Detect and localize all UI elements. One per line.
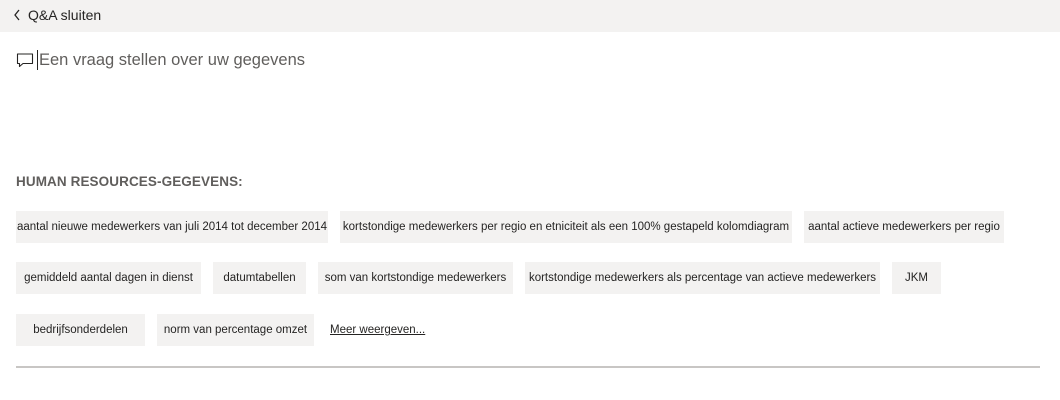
suggestion-chip[interactable]: gemiddeld aantal dagen in dienst xyxy=(16,262,201,294)
chevron-left-icon xyxy=(14,9,20,21)
close-qa-label: Q&A sluiten xyxy=(28,7,102,23)
suggestion-chip[interactable]: datumtabellen xyxy=(213,262,306,294)
suggestion-chip[interactable]: aantal nieuwe medewerkers van juli 2014 … xyxy=(16,211,328,243)
show-more-link[interactable]: Meer weergeven... xyxy=(330,324,425,336)
top-bar: Q&A sluiten xyxy=(0,0,1060,32)
section-heading: HUMAN RESOURCES-GEGEVENS: xyxy=(16,174,243,189)
suggestion-row-2: gemiddeld aantal dagen in dienst datumta… xyxy=(16,262,953,294)
suggestion-chip[interactable]: bedrijfsonderdelen xyxy=(16,314,145,346)
question-input[interactable] xyxy=(39,50,939,70)
suggestion-row-3: bedrijfsonderdelen norm van percentage o… xyxy=(16,314,425,346)
suggestion-chip[interactable]: aantal actieve medewerkers per regio xyxy=(804,211,1004,243)
question-bar[interactable] xyxy=(16,47,1036,73)
suggestion-row-1: aantal nieuwe medewerkers van juli 2014 … xyxy=(16,211,1016,243)
suggestion-chip[interactable]: som van kortstondige medewerkers xyxy=(318,262,513,294)
suggestion-chip[interactable]: norm van percentage omzet xyxy=(157,314,314,346)
suggestion-chip[interactable]: kortstondige medewerkers als percentage … xyxy=(525,262,880,294)
close-qa-button[interactable]: Q&A sluiten xyxy=(12,5,101,25)
suggestion-chip[interactable]: kortstondige medewerkers per regio en et… xyxy=(340,211,792,243)
chat-bubble-icon xyxy=(16,53,34,68)
suggestion-chip[interactable]: JKM xyxy=(892,262,941,294)
text-caret xyxy=(37,50,38,70)
divider xyxy=(16,366,1040,368)
